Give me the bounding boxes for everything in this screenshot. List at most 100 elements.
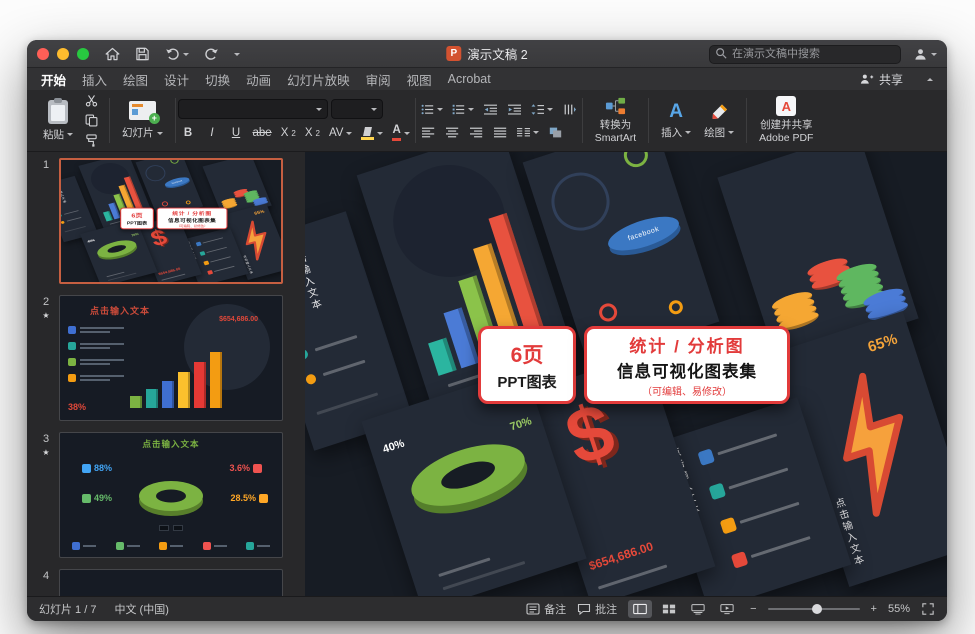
font-family-select[interactable] — [178, 99, 328, 119]
zoom-level[interactable]: 55% — [888, 603, 910, 615]
slideshow-button[interactable] — [715, 600, 739, 618]
notes-icon — [526, 603, 540, 615]
smartart-icon — [605, 96, 626, 116]
create-adobe-pdf-button[interactable]: A 创建并共享Adobe PDF — [754, 94, 818, 146]
justify-button[interactable] — [490, 123, 511, 141]
close-window-button[interactable] — [37, 48, 49, 60]
smartart-group: 转换为SmartArt — [585, 93, 646, 148]
text-direction-button[interactable] — [559, 100, 580, 118]
adobe-pdf-icon: A — [776, 96, 796, 116]
slide-thumbnail-4[interactable] — [59, 569, 283, 596]
underline-button[interactable]: U — [226, 124, 247, 142]
share-button[interactable]: 共享 — [859, 71, 903, 88]
text-highlight-button[interactable] — [358, 124, 386, 142]
align-left-button[interactable] — [418, 123, 439, 141]
tab-design[interactable]: 设计 — [164, 70, 189, 89]
reading-view-button[interactable] — [686, 600, 710, 618]
character-spacing-button[interactable]: AV — [326, 124, 356, 142]
align-center-button[interactable] — [442, 123, 463, 141]
subscript-button[interactable]: X2 — [278, 124, 299, 142]
notes-button[interactable]: 备注 — [526, 601, 566, 617]
align-right-button[interactable] — [466, 123, 487, 141]
card-vertical-title: 点击输入文本 — [59, 184, 67, 204]
language-indicator[interactable]: 中文 (中国) — [114, 601, 168, 617]
search-input[interactable] — [709, 45, 901, 64]
collapse-ribbon-button[interactable] — [927, 76, 933, 82]
strikethrough-button[interactable]: abe — [250, 124, 275, 142]
badge-page-count[interactable]: 6页 PPT图表 — [478, 326, 576, 404]
search-box — [709, 44, 901, 63]
badge-title[interactable]: 统计 / 分析图 信息可视化图表集 （可编辑、易修改） — [157, 208, 228, 230]
slide-3-percent: 3.6% — [229, 463, 250, 473]
tab-animations[interactable]: 动画 — [246, 70, 271, 89]
draw-button[interactable]: 绘图 — [699, 100, 739, 142]
italic-button[interactable]: I — [202, 124, 223, 142]
tab-slideshow[interactable]: 幻灯片放映 — [287, 70, 350, 89]
increase-indent-button[interactable] — [504, 100, 525, 118]
zoom-slider-thumb[interactable] — [812, 604, 822, 614]
save-button[interactable] — [135, 47, 150, 61]
line-spacing-button[interactable] — [528, 100, 556, 118]
fit-slide-to-window-button[interactable] — [921, 603, 935, 615]
insert-button[interactable]: A 插入 — [656, 100, 696, 142]
convert-to-smartart-button[interactable]: 转换为SmartArt — [590, 94, 641, 146]
slides-label: 幻灯片 — [122, 125, 154, 140]
slide-sorter-view-button[interactable] — [657, 600, 681, 618]
font-color-button[interactable]: A — [389, 124, 412, 142]
cut-button[interactable] — [81, 92, 102, 110]
bullets-button[interactable] — [418, 100, 446, 118]
tab-home[interactable]: 开始 — [41, 70, 66, 89]
customize-toolbar-button[interactable] — [234, 51, 240, 57]
slide-2-bar-chart — [130, 352, 222, 408]
format-painter-button[interactable] — [81, 132, 102, 150]
account-button[interactable] — [913, 47, 937, 61]
chevron-down-icon — [931, 53, 937, 59]
badge-title-line1: 统计 / 分析图 — [629, 332, 744, 357]
columns-button[interactable] — [514, 123, 542, 141]
zoom-out-button[interactable]: − — [750, 603, 756, 615]
bold-button[interactable]: B — [178, 124, 199, 142]
window-title-area: P 演示文稿 2 — [446, 40, 527, 67]
slide-thumbnail-2[interactable]: 点击输入文本 $654,686.00 — [59, 295, 283, 421]
copy-button[interactable] — [81, 112, 102, 130]
normal-view-button[interactable] — [628, 600, 652, 618]
zoom-slider[interactable] — [768, 603, 860, 615]
tab-insert[interactable]: 插入 — [82, 70, 107, 89]
zoom-in-button[interactable]: + — [871, 603, 877, 615]
undo-button[interactable] — [165, 47, 189, 61]
slide-2-percent: 38% — [68, 402, 86, 412]
badge-title[interactable]: 统计 / 分析图 信息可视化图表集 （可编辑、易修改） — [584, 326, 790, 404]
tab-draw[interactable]: 绘图 — [123, 70, 148, 89]
arrange-button[interactable] — [545, 123, 566, 141]
tab-transitions[interactable]: 切换 — [205, 70, 230, 89]
comments-button[interactable]: 批注 — [577, 601, 617, 617]
facebook-disc: facebook — [604, 210, 682, 258]
zoom-window-button[interactable] — [77, 48, 89, 60]
badge-page-count[interactable]: 6页 PPT图表 — [120, 208, 154, 230]
traffic-lights — [37, 48, 89, 60]
decrease-indent-button[interactable] — [480, 100, 501, 118]
superscript-button[interactable]: X2 — [302, 124, 323, 142]
home-button[interactable] — [105, 47, 120, 61]
editing-canvas[interactable]: 点击输入文本 facebook — [305, 152, 947, 596]
slide-1-canvas: 点击输入文本 facebook — [305, 152, 947, 596]
badge-title-line2: 信息可视化图表集 — [168, 217, 216, 224]
new-slide-button[interactable]: + 幻灯片 — [117, 99, 168, 142]
slide-number: 4 — [43, 570, 49, 582]
animation-star-icon: ★ — [42, 448, 49, 457]
numbering-button[interactable] — [449, 100, 477, 118]
animation-star-icon: ★ — [42, 311, 49, 320]
minimize-window-button[interactable] — [57, 48, 69, 60]
arrange-icon — [549, 126, 562, 139]
paste-button[interactable]: 粘贴 — [38, 98, 78, 144]
font-size-select[interactable] — [331, 99, 383, 119]
highlighter-icon — [361, 127, 374, 140]
tab-view[interactable]: 视图 — [407, 70, 432, 89]
slide-thumbnail-3[interactable]: 点击输入文本 88% 49% 3.6% 28.5% — [59, 432, 283, 558]
donut-chart — [95, 237, 139, 261]
redo-button[interactable] — [204, 47, 219, 61]
tab-acrobat[interactable]: Acrobat — [448, 72, 491, 86]
adobe-label-line1: 创建并共享 — [760, 119, 813, 132]
tab-review[interactable]: 审阅 — [366, 70, 391, 89]
slide-thumbnail-1[interactable]: 点击输入文本 facebook — [59, 158, 283, 284]
